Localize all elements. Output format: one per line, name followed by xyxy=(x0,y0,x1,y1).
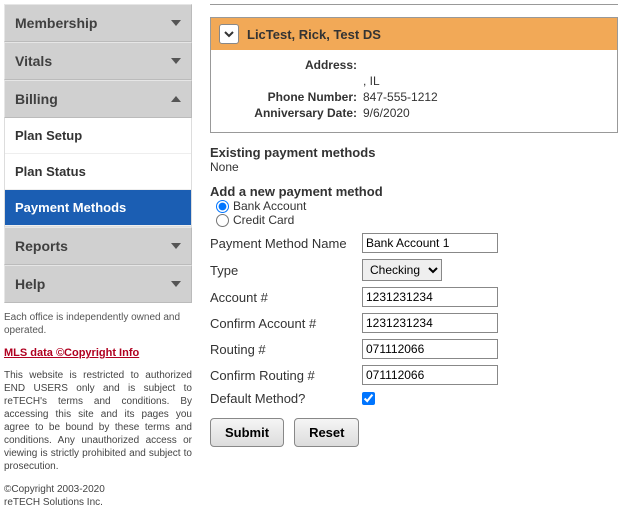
collapse-button[interactable] xyxy=(219,24,239,44)
phone-value: 847-555-1212 xyxy=(363,90,438,104)
nav-plan-status[interactable]: Plan Status xyxy=(5,154,191,190)
nav-membership-label: Membership xyxy=(15,15,97,31)
radio-bank-account[interactable] xyxy=(216,200,229,213)
routing-input[interactable] xyxy=(362,339,498,359)
submit-button[interactable]: Submit xyxy=(210,418,284,447)
existing-heading: Existing payment methods xyxy=(210,145,618,160)
phone-label: Phone Number: xyxy=(223,90,363,104)
address-value-line: , IL xyxy=(363,74,380,88)
copyright-block: ©Copyright 2003-2020 reTECH Solutions In… xyxy=(4,483,192,509)
member-title: LicTest, Rick, Test DS xyxy=(247,27,381,42)
reset-button[interactable]: Reset xyxy=(294,418,359,447)
nav-billing[interactable]: Billing xyxy=(4,80,192,118)
radio-bank-label: Bank Account xyxy=(233,199,306,213)
radio-credit-card[interactable] xyxy=(216,214,229,227)
account-label: Account # xyxy=(210,290,362,305)
add-heading: Add a new payment method xyxy=(210,184,618,199)
type-select[interactable]: Checking xyxy=(362,259,442,281)
existing-value: None xyxy=(210,160,618,174)
sidebar: Membership Vitals Billing Plan Setup Pla… xyxy=(0,0,196,513)
nav-membership[interactable]: Membership xyxy=(4,4,192,42)
nav-billing-label: Billing xyxy=(15,91,58,107)
type-label: Type xyxy=(210,263,362,278)
nav-reports-label: Reports xyxy=(15,238,68,254)
confirm-routing-label: Confirm Routing # xyxy=(210,368,362,383)
radio-card-label: Credit Card xyxy=(233,213,294,227)
chevron-up-icon xyxy=(171,96,181,102)
nav-help-label: Help xyxy=(15,276,45,292)
nav-reports[interactable]: Reports xyxy=(4,227,192,265)
member-box: LicTest, Rick, Test DS Address: , IL Pho… xyxy=(210,17,618,133)
member-header: LicTest, Rick, Test DS xyxy=(211,18,617,50)
mls-copyright-link[interactable]: MLS data ©Copyright Info xyxy=(4,347,192,359)
nav-vitals-label: Vitals xyxy=(15,53,52,69)
member-body: Address: , IL Phone Number: 847-555-1212… xyxy=(211,50,617,132)
name-input[interactable] xyxy=(362,233,498,253)
confirm-account-input[interactable] xyxy=(362,313,498,333)
name-label: Payment Method Name xyxy=(210,236,362,251)
nav-help[interactable]: Help xyxy=(4,265,192,303)
office-note: Each office is independently owned and o… xyxy=(4,311,192,337)
confirm-account-label: Confirm Account # xyxy=(210,316,362,331)
chevron-down-icon xyxy=(171,58,181,64)
legal-text: This website is restricted to authorized… xyxy=(4,369,192,473)
routing-label: Routing # xyxy=(210,342,362,357)
nav-plan-setup[interactable]: Plan Setup xyxy=(5,118,191,154)
chevron-down-icon xyxy=(171,281,181,287)
anniversary-value: 9/6/2020 xyxy=(363,106,410,120)
copyright-line2: reTECH Solutions Inc. xyxy=(4,496,192,509)
main-panel: LicTest, Rick, Test DS Address: , IL Pho… xyxy=(196,0,618,513)
nav-billing-submenu: Plan Setup Plan Status Payment Methods xyxy=(4,118,192,227)
chevron-down-icon xyxy=(171,243,181,249)
confirm-routing-input[interactable] xyxy=(362,365,498,385)
nav-vitals[interactable]: Vitals xyxy=(4,42,192,80)
address-label: Address: xyxy=(223,58,363,72)
divider xyxy=(210,4,618,5)
chevron-down-icon xyxy=(171,20,181,26)
nav-payment-methods[interactable]: Payment Methods xyxy=(5,190,191,226)
anniversary-label: Anniversary Date: xyxy=(223,106,363,120)
account-input[interactable] xyxy=(362,287,498,307)
copyright-line1: ©Copyright 2003-2020 xyxy=(4,483,192,496)
default-checkbox[interactable] xyxy=(362,392,375,405)
chevron-down-icon xyxy=(223,28,235,40)
default-label: Default Method? xyxy=(210,391,362,406)
